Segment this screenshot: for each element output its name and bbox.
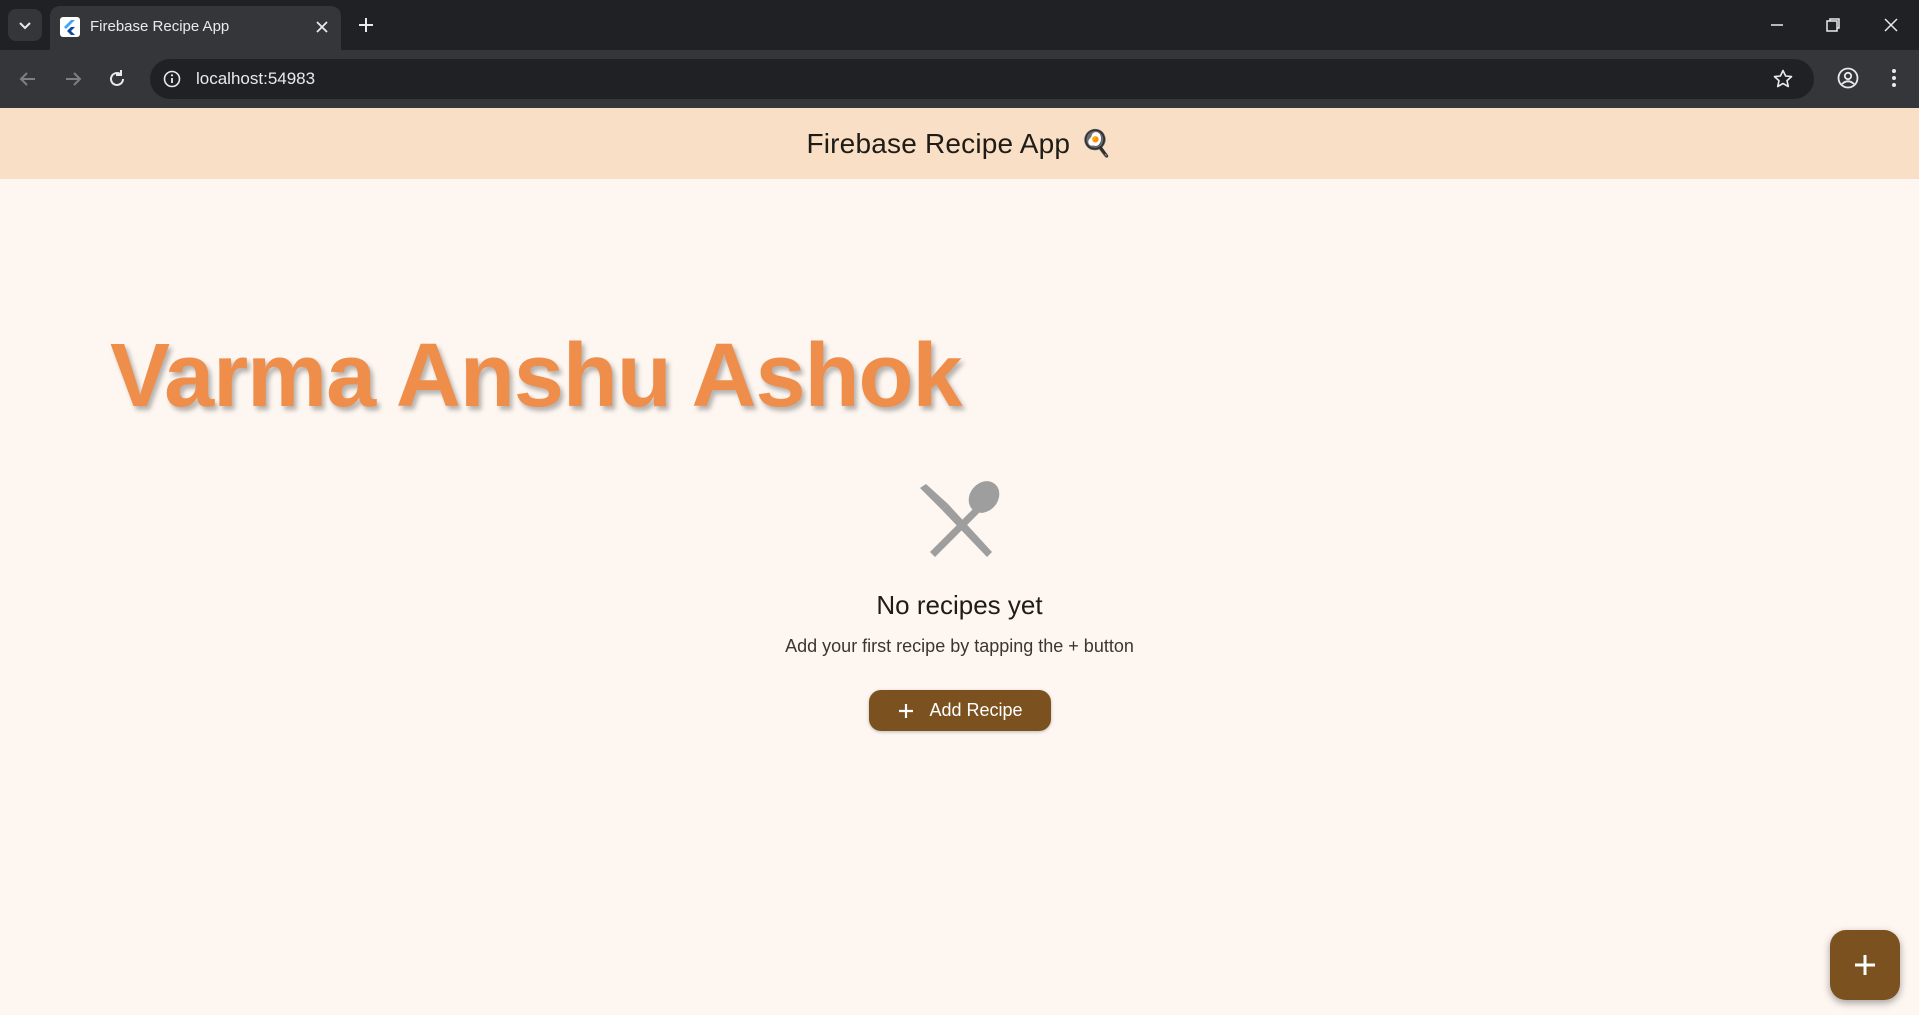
browser-tab[interactable]: Firebase Recipe App xyxy=(50,6,341,50)
empty-state-subtitle: Add your first recipe by tapping the + b… xyxy=(785,636,1134,656)
add-recipe-button-label: Add Recipe xyxy=(929,700,1023,720)
chevron-down-icon xyxy=(19,22,31,30)
url-text: localhost:54983 xyxy=(196,69,316,88)
site-info-icon[interactable] xyxy=(162,69,182,89)
browser-toolbar: localhost:54983 xyxy=(0,50,1919,108)
tab-title: Firebase Recipe App xyxy=(90,18,230,35)
add-recipe-fab[interactable] xyxy=(1830,930,1900,1000)
close-icon[interactable] xyxy=(313,18,331,36)
plus-icon xyxy=(899,703,914,718)
owner-name-heading: Varma Anshu Ashok xyxy=(110,326,963,426)
tab-search-button[interactable] xyxy=(8,9,42,41)
app-bar: Firebase Recipe App 🍳 xyxy=(0,108,1919,179)
browser-tabstrip: Firebase Recipe App xyxy=(0,0,1919,50)
new-tab-icon[interactable] xyxy=(355,14,377,36)
back-arrow-icon[interactable] xyxy=(15,66,41,92)
add-recipe-button[interactable]: Add Recipe xyxy=(869,690,1051,731)
plus-icon xyxy=(1855,955,1875,975)
profile-icon[interactable] xyxy=(1836,66,1860,90)
restore-icon[interactable] xyxy=(1820,12,1846,38)
address-bar[interactable]: localhost:54983 xyxy=(150,59,1814,99)
forward-arrow-icon[interactable] xyxy=(60,66,86,92)
empty-state-title: No recipes yet xyxy=(876,590,1043,620)
utensils-crossed-icon xyxy=(920,481,1000,557)
bookmark-star-icon[interactable] xyxy=(1772,68,1794,90)
reload-icon[interactable] xyxy=(104,66,130,92)
window-close-icon[interactable] xyxy=(1878,12,1904,38)
app-title: Firebase Recipe App xyxy=(806,127,1071,159)
flutter-favicon-icon xyxy=(60,17,80,37)
minimize-icon[interactable] xyxy=(1764,12,1790,38)
frying-pan-icon: 🍳 xyxy=(1080,128,1113,158)
kebab-menu-icon[interactable] xyxy=(1882,66,1906,90)
